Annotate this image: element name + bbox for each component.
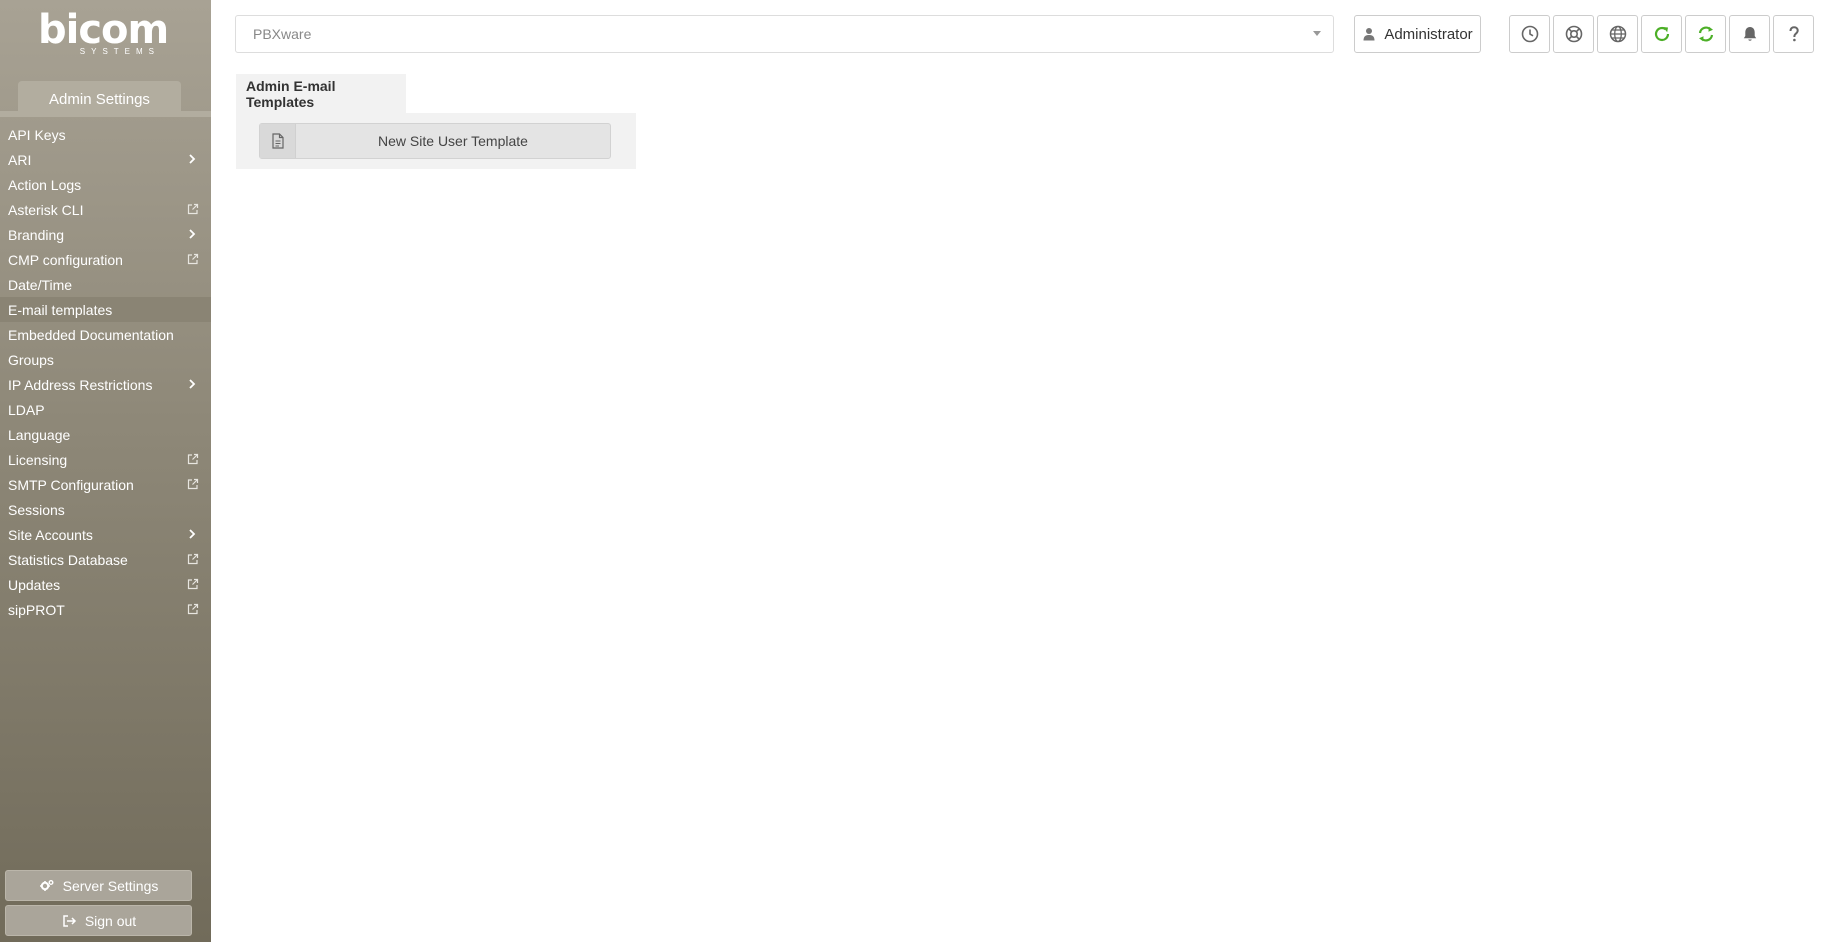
sidebar-item-api-keys[interactable]: API Keys: [0, 122, 211, 147]
sync-icon: [1698, 26, 1713, 42]
sidebar-item-action-logs[interactable]: Action Logs: [0, 172, 211, 197]
sidebar-item-label: Updates: [8, 576, 61, 593]
sidebar-item-label: Site Accounts: [8, 526, 93, 543]
new-site-user-template-button[interactable]: New Site User Template: [259, 123, 611, 159]
sidebar-item-label: ARI: [8, 151, 32, 168]
external-link-icon: [187, 578, 199, 590]
logo-word: bicom: [38, 7, 169, 53]
clock-icon: [1521, 25, 1538, 43]
email-templates-panel: New Site User Template: [236, 113, 636, 169]
server-select[interactable]: PBXware: [235, 15, 1334, 53]
sidebar-item-statistics-database[interactable]: Statistics Database: [0, 547, 211, 572]
server-select-value: PBXware: [253, 26, 312, 42]
globe-icon: [1609, 25, 1626, 43]
external-link-icon: [187, 453, 199, 465]
sidebar-item-label: Embedded Documentation: [8, 326, 174, 343]
bicom-logo[interactable]: bicom SYSTEMS: [38, 7, 169, 56]
sidebar-item-date-time[interactable]: Date/Time: [0, 272, 211, 297]
sidebar-item-label: SMTP Configuration: [8, 476, 134, 493]
external-link-icon: [187, 553, 199, 565]
sign-out-button[interactable]: Sign out: [5, 905, 192, 936]
caret-down-icon: [1313, 31, 1321, 36]
sync-button[interactable]: [1685, 15, 1726, 53]
sidebar: bicom SYSTEMS Admin Settings API Keys AR…: [0, 0, 211, 942]
sidebar-item-sipprot[interactable]: sipPROT: [0, 597, 211, 622]
external-link-icon: [187, 603, 199, 615]
sidebar-item-label: E-mail templates: [8, 301, 113, 318]
admin-settings-bar: [0, 111, 211, 117]
user-menu-label: Administrator: [1384, 25, 1473, 43]
sidebar-item-label: IP Address Restrictions: [8, 376, 153, 393]
sidebar-item-label: Date/Time: [8, 276, 73, 293]
support-button[interactable]: [1553, 15, 1594, 53]
sidebar-item-smtp-configuration[interactable]: SMTP Configuration: [0, 472, 211, 497]
support-icon: [1565, 25, 1582, 43]
sidebar-item-label: LDAP: [8, 401, 45, 418]
reload-button[interactable]: [1641, 15, 1682, 53]
external-link-icon: [187, 203, 199, 215]
sidebar-item-label: Sessions: [8, 501, 65, 518]
sidebar-item-language[interactable]: Language: [0, 422, 211, 447]
sidebar-item-embedded-documentation[interactable]: Embedded Documentation: [0, 322, 211, 347]
sidebar-item-sessions[interactable]: Sessions: [0, 497, 211, 522]
sidebar-item-label: API Keys: [8, 126, 66, 143]
history-button[interactable]: [1509, 15, 1550, 53]
chevron-right-icon: [189, 154, 196, 164]
sidebar-item-label: Action Logs: [8, 176, 82, 193]
gears-icon: [39, 879, 54, 891]
user-icon: [1363, 28, 1375, 41]
new-site-user-template-label: New Site User Template: [378, 133, 528, 149]
sidebar-item-label: Asterisk CLI: [8, 201, 84, 218]
language-button[interactable]: [1597, 15, 1638, 53]
server-settings-label: Server Settings: [62, 877, 159, 894]
file-icon-wrap: [260, 124, 296, 158]
sidebar-item-ldap[interactable]: LDAP: [0, 397, 211, 422]
sidebar-item-label: sipPROT: [8, 601, 65, 618]
server-settings-button[interactable]: Server Settings: [5, 870, 192, 901]
sidebar-item-label: CMP configuration: [8, 251, 123, 268]
sidebar-item-cmp-configuration[interactable]: CMP configuration: [0, 247, 211, 272]
chevron-right-icon: [189, 229, 196, 239]
external-link-icon: [187, 253, 199, 265]
sidebar-item-email-templates[interactable]: E-mail templates: [0, 297, 211, 322]
file-icon: [271, 133, 284, 149]
sidebar-item-asterisk-cli[interactable]: Asterisk CLI: [0, 197, 211, 222]
sidebar-item-ari[interactable]: ARI: [0, 147, 211, 172]
sidebar-item-label: Groups: [8, 351, 54, 368]
sidebar-item-label: Licensing: [8, 451, 68, 468]
sidebar-item-label: Branding: [8, 226, 65, 243]
sidebar-item-ip-address-restrictions[interactable]: IP Address Restrictions: [0, 372, 211, 397]
chevron-right-icon: [189, 529, 196, 539]
sidebar-item-label: Statistics Database: [8, 551, 128, 568]
sidebar-item-groups[interactable]: Groups: [0, 347, 211, 372]
sidebar-item-updates[interactable]: Updates: [0, 572, 211, 597]
sidebar-item-site-accounts[interactable]: Site Accounts: [0, 522, 211, 547]
chevron-right-icon: [189, 379, 196, 389]
tab-admin-email-templates[interactable]: Admin E-mail Templates: [236, 74, 406, 114]
notifications-button[interactable]: [1729, 15, 1770, 53]
external-link-icon: [187, 478, 199, 490]
sidebar-item-branding[interactable]: Branding: [0, 222, 211, 247]
reload-icon: [1654, 26, 1669, 42]
help-icon: [1789, 26, 1799, 42]
sidebar-item-licensing[interactable]: Licensing: [0, 447, 211, 472]
sign-out-icon: [63, 914, 76, 927]
sign-out-label: Sign out: [84, 912, 137, 929]
sidebar-item-label: Language: [8, 426, 71, 443]
help-button[interactable]: [1773, 15, 1814, 53]
user-menu-button[interactable]: Administrator: [1354, 15, 1481, 53]
admin-nav-list: API Keys ARI Action Logs Asterisk CLI Br…: [0, 122, 211, 622]
tab-label: Admin E-mail Templates: [246, 78, 336, 110]
bell-icon: [1743, 27, 1756, 41]
